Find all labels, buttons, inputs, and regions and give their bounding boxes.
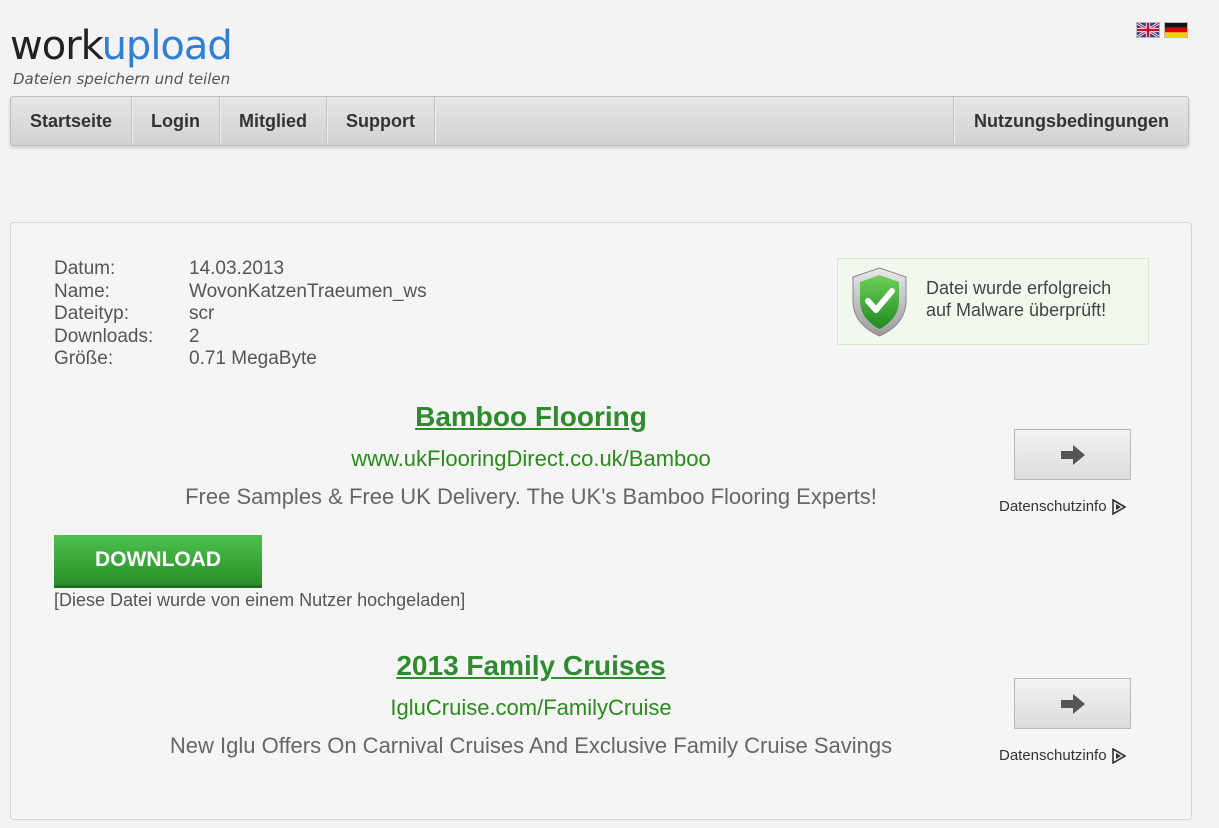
info-value: WovonKatzenTraeumen_ws [189, 280, 427, 302]
info-value: scr [189, 303, 215, 324]
download-button[interactable]: DOWNLOAD [54, 535, 262, 588]
ad-url-link[interactable]: www.ukFlooringDirect.co.uk/Bamboo [351, 446, 710, 472]
language-switcher [1136, 22, 1188, 38]
arrow-right-icon [1060, 693, 1085, 714]
ad-title-row: 2013 Family Cruises [130, 650, 932, 682]
ad-url-link[interactable]: IgluCruise.com/FamilyCruise [390, 695, 671, 721]
logo-wordmark: workupload [10, 22, 233, 70]
german-flag-icon[interactable] [1164, 22, 1188, 38]
info-row-downloads: Downloads: 2 [54, 326, 427, 349]
ad-url-row: www.ukFlooringDirect.co.uk/Bamboo [130, 446, 932, 472]
info-label: Größe: [54, 348, 114, 369]
ad-title-link[interactable]: 2013 Family Cruises [396, 650, 665, 682]
malware-line-1: Datei wurde erfolgreich [926, 278, 1112, 298]
nav-spacer [435, 97, 955, 145]
nav-item-startseite[interactable]: Startseite [11, 97, 133, 145]
malware-status-text: Datei wurde erfolgreich auf Malware über… [926, 277, 1111, 321]
upload-note: [Diese Datei wurde von einem Nutzer hoch… [54, 590, 466, 610]
info-value: 2 [189, 325, 200, 347]
arrow-right-icon [1060, 444, 1085, 465]
ad-title-row: Bamboo Flooring [130, 401, 932, 433]
nav-item-nutzungsbedingungen[interactable]: Nutzungsbedingungen [954, 97, 1188, 145]
ad-description: Free Samples & Free UK Delivery. The UK'… [185, 484, 877, 509]
info-row-type: Dateityp: scr [54, 303, 427, 326]
info-label: Dateityp: [54, 303, 129, 324]
ad-title-link[interactable]: Bamboo Flooring [415, 401, 647, 433]
logo-part-upload: upload [101, 23, 233, 69]
english-flag-icon[interactable] [1136, 22, 1160, 38]
privacy-info-link[interactable]: Datenschutzinfo [999, 498, 1127, 515]
info-row-size: Größe: 0.71 MegaByte [54, 348, 427, 371]
privacy-info-label: Datenschutzinfo [999, 498, 1107, 515]
main-navigation: Startseite Login Mitglied Support Nutzun… [10, 96, 1189, 146]
nav-item-support[interactable]: Support [327, 97, 436, 145]
logo-tagline: Dateien speichern und teilen [13, 70, 231, 88]
info-value: 14.03.2013 [189, 258, 285, 279]
file-info: Datum: 14.03.2013 Name: WovonKatzenTraeu… [54, 258, 427, 371]
ad-choices-icon [1111, 747, 1127, 764]
info-label: Datum: [54, 258, 116, 279]
info-row-name: Name: WovonKatzenTraeumen_ws [54, 281, 427, 304]
info-value: 0.71 MegaByte [189, 348, 317, 369]
ad-choices-icon [1111, 498, 1127, 515]
ad-url-row: IgluCruise.com/FamilyCruise [130, 695, 932, 721]
privacy-info-label: Datenschutzinfo [999, 747, 1107, 764]
malware-line-2: auf Malware überprüft! [926, 300, 1107, 320]
ad-description: New Iglu Offers On Carnival Cruises And … [169, 733, 893, 758]
shield-check-icon [852, 267, 907, 337]
nav-item-mitglied[interactable]: Mitglied [220, 97, 328, 145]
info-label: Name: [54, 280, 110, 302]
ad-arrow-button[interactable] [1014, 429, 1131, 480]
malware-check-box: Datei wurde erfolgreich auf Malware über… [837, 258, 1149, 345]
logo-part-work: work [10, 23, 103, 69]
info-label: Downloads: [54, 325, 154, 347]
logo[interactable]: workupload Dateien speichern und teilen [10, 22, 233, 88]
info-row-date: Datum: 14.03.2013 [54, 258, 427, 281]
privacy-info-link[interactable]: Datenschutzinfo [999, 747, 1127, 764]
ad-arrow-button[interactable] [1014, 678, 1131, 729]
nav-item-login[interactable]: Login [132, 97, 221, 145]
